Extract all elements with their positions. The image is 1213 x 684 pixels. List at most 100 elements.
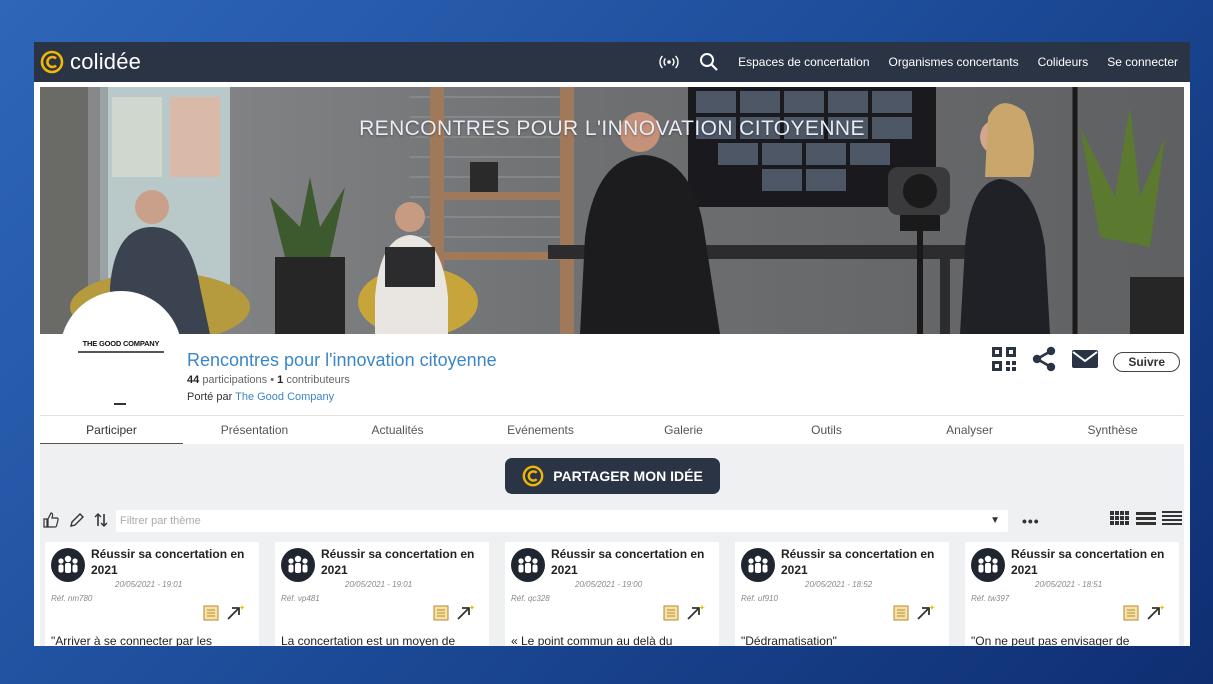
card-actions <box>203 604 245 627</box>
nav-colideurs[interactable]: Colideurs <box>1038 55 1089 69</box>
nav-se-connecter[interactable]: Se connecter <box>1107 55 1178 69</box>
owner-prefix: Porté par <box>187 391 233 403</box>
share-icon[interactable] <box>1031 346 1057 377</box>
idea-card[interactable]: Réussir sa concertation en 2021 20/05/202… <box>735 542 949 646</box>
card-reference: Réf. nm780 <box>51 594 93 603</box>
document-icon[interactable] <box>203 605 219 626</box>
contributors-label: contributeurs <box>286 374 350 386</box>
document-icon[interactable] <box>663 605 679 626</box>
idea-cards: Réussir sa concertation en 2021 20/05/202… <box>45 542 1185 646</box>
grid-view-icon[interactable] <box>1110 511 1130 534</box>
open-arrow-icon[interactable] <box>915 604 935 627</box>
participations-count: 44 <box>187 374 200 386</box>
card-actions <box>893 604 935 627</box>
nav-espaces-de-concertation[interactable]: Espaces de concertation <box>738 55 869 69</box>
project-actions: Suivre <box>991 346 1180 377</box>
tab-synthese[interactable]: Synthèse <box>1041 416 1184 444</box>
thumbs-up-icon[interactable] <box>42 511 60 534</box>
card-date: 20/05/2021 - 18:52 <box>805 580 873 589</box>
tab-presentation[interactable]: Présentation <box>183 416 326 444</box>
card-title[interactable]: Réussir sa concertation en 2021 <box>551 546 713 578</box>
card-title[interactable]: Réussir sa concertation en 2021 <box>91 546 253 578</box>
participations-label: participations <box>202 374 268 386</box>
tab-outils[interactable]: Outils <box>755 416 898 444</box>
nav-links: Espaces de concertation Organismes conce… <box>658 42 1178 82</box>
brand-name: colidée <box>70 49 142 74</box>
group-avatar-icon <box>511 548 545 582</box>
chevron-down-icon[interactable]: ▼ <box>990 510 1000 532</box>
idea-card[interactable]: Réussir sa concertation en 2021 20/05/202… <box>45 542 259 646</box>
tab-galerie[interactable]: Galerie <box>612 416 755 444</box>
open-arrow-icon[interactable] <box>225 604 245 627</box>
group-avatar-icon <box>281 548 315 582</box>
organization-avatar[interactable]: THE GOOD COMPANY <box>60 291 182 413</box>
project-stats: 44 participations • 1 contributeurs <box>187 374 350 386</box>
card-reference: Réf. qc328 <box>511 594 550 603</box>
share-idea-button[interactable]: PARTAGER MON IDÉE <box>505 458 720 494</box>
share-idea-label: PARTAGER MON IDÉE <box>553 468 703 484</box>
contributors-count: 1 <box>277 374 284 386</box>
list-view-icon[interactable] <box>1136 511 1156 534</box>
compact-view-icon[interactable] <box>1162 511 1182 534</box>
idea-card[interactable]: Réussir sa concertation en 2021 20/05/202… <box>275 542 489 646</box>
broadcast-icon[interactable] <box>658 54 680 70</box>
document-icon[interactable] <box>893 605 909 626</box>
idea-card[interactable]: Réussir sa concertation en 2021 20/05/202… <box>505 542 719 646</box>
tab-evenements[interactable]: Evénements <box>469 416 612 444</box>
colidee-logo-icon <box>522 465 544 487</box>
card-reference: Réf. tw397 <box>971 594 1010 603</box>
browser-window: colidée Espaces de concertation Organism… <box>34 42 1190 646</box>
card-excerpt: La concertation est un moyen de <box>281 634 456 646</box>
idea-card[interactable]: Réussir sa concertation en 2021 20/05/202… <box>965 542 1179 646</box>
owner-link[interactable]: The Good Company <box>235 391 334 403</box>
filter-tools <box>42 511 108 534</box>
card-actions <box>433 604 475 627</box>
card-excerpt: "Arriver à se connecter par les <box>51 634 212 646</box>
project-title: Rencontres pour l'innovation citoyenne <box>187 350 497 370</box>
group-avatar-icon <box>51 548 85 582</box>
tab-analyser[interactable]: Analyser <box>898 416 1041 444</box>
top-nav-bar: colidée Espaces de concertation Organism… <box>34 42 1190 82</box>
organization-logo-tagline <box>78 351 164 353</box>
open-arrow-icon[interactable] <box>455 604 475 627</box>
card-date: 20/05/2021 - 18:51 <box>1035 580 1103 589</box>
card-title[interactable]: Réussir sa concertation en 2021 <box>781 546 943 578</box>
group-avatar-icon <box>971 548 1005 582</box>
card-actions <box>663 604 705 627</box>
view-switcher <box>1110 511 1182 534</box>
pencil-icon[interactable] <box>69 512 85 533</box>
mail-icon[interactable] <box>1071 348 1099 375</box>
document-icon[interactable] <box>1123 605 1139 626</box>
card-title[interactable]: Réussir sa concertation en 2021 <box>321 546 483 578</box>
search-icon[interactable] <box>699 52 719 72</box>
group-avatar-icon <box>741 548 775 582</box>
card-excerpt: "Dédramatisation" <box>741 634 837 646</box>
stats-separator: • <box>270 374 275 386</box>
tab-bar: Participer Présentation Actualités Evéne… <box>40 415 1184 445</box>
open-arrow-icon[interactable] <box>685 604 705 627</box>
banner-title: RENCONTRES POUR L'INNOVATION CITOYENNE <box>359 117 865 140</box>
card-title[interactable]: Réussir sa concertation en 2021 <box>1011 546 1173 578</box>
tab-participer[interactable]: Participer <box>40 416 183 445</box>
card-date: 20/05/2021 - 19:01 <box>345 580 413 589</box>
filter-row: Filtrer par thème ▼ ••• <box>40 509 1184 535</box>
card-excerpt: « Le point commun au delà du <box>511 634 673 646</box>
open-arrow-icon[interactable] <box>1145 604 1165 627</box>
card-date: 20/05/2021 - 19:00 <box>575 580 643 589</box>
colidee-logo-icon <box>40 50 64 74</box>
sort-icon[interactable] <box>94 512 108 533</box>
follow-button[interactable]: Suivre <box>1113 351 1180 372</box>
theme-filter-select[interactable]: Filtrer par thème ▼ <box>116 510 1008 532</box>
card-excerpt: "On ne peut pas envisager de <box>971 634 1130 646</box>
document-icon[interactable] <box>433 605 449 626</box>
avatar-divider <box>114 403 126 405</box>
card-reference: Réf. uf910 <box>741 594 778 603</box>
nav-organismes-concertants[interactable]: Organismes concertants <box>889 55 1019 69</box>
colidee-logo[interactable]: colidée <box>40 48 141 76</box>
card-reference: Réf. vp481 <box>281 594 320 603</box>
more-options-button[interactable]: ••• <box>1022 513 1040 529</box>
project-owner: Porté par The Good Company <box>187 391 334 403</box>
tab-actualites[interactable]: Actualités <box>326 416 469 444</box>
theme-filter-placeholder: Filtrer par thème <box>120 515 201 527</box>
qr-code-icon[interactable] <box>991 346 1017 377</box>
